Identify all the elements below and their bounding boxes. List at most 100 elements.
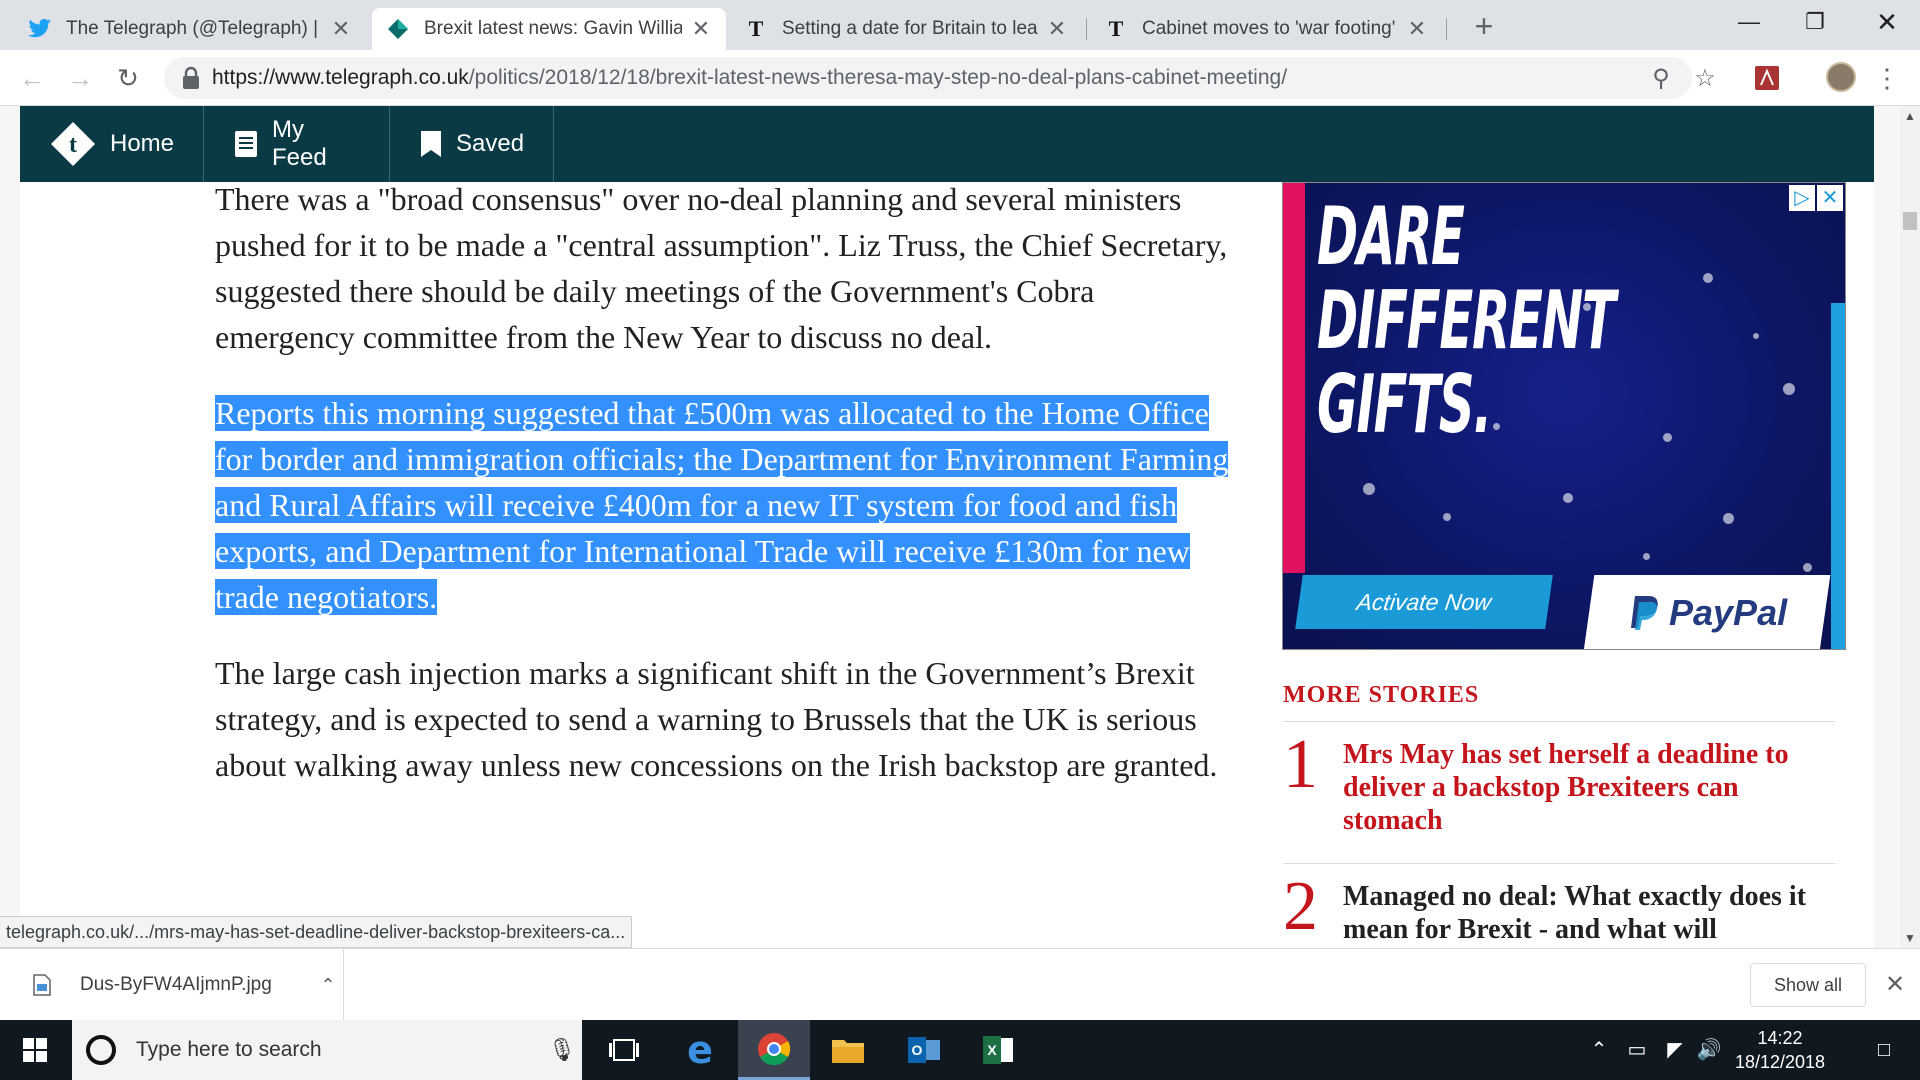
feed-icon bbox=[234, 130, 258, 158]
scroll-up-arrow-icon[interactable]: ▲ bbox=[1900, 106, 1920, 126]
clock-date: 18/12/2018 bbox=[1734, 1052, 1826, 1072]
svg-text:O: O bbox=[912, 1042, 923, 1058]
new-tab-button[interactable]: + bbox=[1466, 8, 1502, 44]
ad-close-icon[interactable]: ✕ bbox=[1817, 185, 1843, 211]
activate-now-button[interactable]: Activate Now bbox=[1295, 575, 1553, 629]
scroll-down-arrow-icon[interactable]: ▼ bbox=[1900, 928, 1920, 948]
ad-snowflake bbox=[1643, 553, 1650, 560]
ad-snowflake bbox=[1443, 513, 1451, 521]
zoom-icon[interactable]: ⚲ bbox=[1648, 66, 1674, 92]
close-window-button[interactable]: ✕ bbox=[1854, 0, 1920, 44]
ad-snowflake bbox=[1783, 383, 1795, 395]
file-explorer-icon[interactable] bbox=[812, 1020, 884, 1080]
close-tab-icon[interactable]: ✕ bbox=[690, 16, 712, 42]
action-center-icon[interactable]: □ bbox=[1856, 1020, 1912, 1080]
battery-icon[interactable]: ▭ bbox=[1620, 1020, 1654, 1080]
tab-brexit-latest[interactable]: Brexit latest news: Gavin Williams ✕ bbox=[372, 8, 726, 50]
download-shelf: Dus-ByFW4AIjmnP.jpg ⌃ Show all ✕ bbox=[0, 948, 1920, 1021]
taskbar-search[interactable]: Type here to search 🎙 bbox=[72, 1020, 582, 1080]
windows-logo-icon bbox=[23, 1038, 47, 1062]
twitter-icon bbox=[28, 17, 52, 41]
ad-headline-line: DIFFERENT bbox=[1317, 274, 1616, 367]
profile-avatar[interactable] bbox=[1826, 62, 1856, 92]
paypal-brand-text: PayPal bbox=[1668, 592, 1788, 633]
telegraph-t-icon: T bbox=[748, 16, 764, 41]
url-text: https://www.telegraph.co.uk/politics/201… bbox=[212, 57, 1287, 99]
tab-title: Cabinet moves to 'war footing' fo bbox=[1142, 18, 1398, 39]
story-headline-link[interactable]: Mrs May has set herself a deadline to de… bbox=[1343, 738, 1835, 837]
close-tab-icon[interactable]: ✕ bbox=[330, 16, 352, 42]
tab-setting-date[interactable]: T Setting a date for Britain to leave ✕ bbox=[730, 8, 1082, 50]
forward-button[interactable]: → bbox=[62, 60, 98, 96]
ad-pink-stripe bbox=[1283, 183, 1305, 573]
selected-text: Reports this morning suggested that £500… bbox=[215, 395, 1229, 615]
ad-headline-line: GIFTS. bbox=[1317, 358, 1492, 451]
bookmark-star-icon[interactable]: ☆ bbox=[1692, 66, 1718, 92]
ad-cyan-stripe bbox=[1831, 303, 1845, 649]
site-nav-bar: t Home My Feed Saved bbox=[20, 106, 1874, 182]
telegraph-logo-icon: t bbox=[50, 121, 96, 167]
close-tab-icon[interactable]: ✕ bbox=[1406, 16, 1428, 42]
clock-time: 14:22 bbox=[1757, 1028, 1803, 1048]
chrome-icon[interactable] bbox=[738, 1020, 810, 1080]
story-number: 1 bbox=[1283, 726, 1318, 803]
download-item[interactable]: Dus-ByFW4AIjmnP.jpg ⌃ bbox=[20, 949, 344, 1021]
back-button[interactable]: ← bbox=[14, 60, 50, 96]
tab-telegraph-twitter[interactable]: The Telegraph (@Telegraph) | Twi ✕ bbox=[14, 8, 366, 50]
edge-icon[interactable]: e bbox=[664, 1020, 736, 1080]
restore-button[interactable]: ❐ bbox=[1782, 0, 1848, 44]
page-viewport: t Home My Feed Saved There was a "broad … bbox=[0, 106, 1900, 948]
browser-toolbar: ← → ↻ https://www.telegraph.co.uk/politi… bbox=[0, 50, 1920, 106]
paypal-logo: PayPal bbox=[1583, 575, 1831, 649]
story-number: 2 bbox=[1283, 868, 1318, 945]
nav-my-feed[interactable]: My Feed bbox=[204, 106, 390, 182]
paypal-advert[interactable]: DARE DIFFERENT GIFTS. Activate Now PayPa… bbox=[1282, 182, 1846, 650]
tab-separator bbox=[1086, 18, 1087, 40]
ad-snowflake bbox=[1753, 333, 1759, 339]
svg-text:t: t bbox=[69, 132, 77, 158]
minimize-button[interactable]: — bbox=[1716, 0, 1782, 44]
chevron-up-icon[interactable]: ⌃ bbox=[313, 975, 343, 996]
pdf-extension-icon[interactable] bbox=[1752, 63, 1782, 93]
tray-chevron-icon[interactable]: ⌃ bbox=[1584, 1020, 1614, 1080]
nav-home-label: Home bbox=[110, 130, 175, 157]
tab-title: Setting a date for Britain to leave bbox=[782, 18, 1038, 39]
link-status-bubble: telegraph.co.uk/.../mrs-may-has-set-dead… bbox=[0, 916, 633, 948]
svg-text:X: X bbox=[987, 1042, 997, 1058]
nav-saved-label: Saved bbox=[456, 130, 525, 157]
menu-kebab-icon[interactable]: ⋮ bbox=[1874, 60, 1900, 96]
ad-headline: DARE DIFFERENT GIFTS. bbox=[1317, 195, 1751, 447]
close-tab-icon[interactable]: ✕ bbox=[1046, 16, 1068, 42]
reload-button[interactable]: ↻ bbox=[110, 60, 146, 96]
ad-snowflake bbox=[1363, 483, 1375, 495]
nav-home[interactable]: t Home bbox=[20, 106, 204, 182]
ad-choices[interactable]: ▷ ✕ bbox=[1789, 185, 1843, 211]
telegraph-diamond-icon bbox=[386, 17, 410, 41]
ad-snowflake bbox=[1723, 513, 1734, 524]
ad-choices-icon[interactable]: ▷ bbox=[1789, 185, 1815, 211]
url-host: https://www.telegraph.co.uk bbox=[212, 66, 469, 89]
story-headline-link[interactable]: Managed no deal: What exactly does it me… bbox=[1343, 880, 1835, 946]
scrollbar-thumb[interactable] bbox=[1903, 212, 1917, 230]
page-scrollbar[interactable]: ▲ ▼ bbox=[1900, 106, 1920, 948]
show-all-downloads-button[interactable]: Show all bbox=[1750, 963, 1866, 1007]
system-clock[interactable]: 14:22 18/12/2018 bbox=[1710, 1026, 1850, 1074]
close-shelf-icon[interactable]: ✕ bbox=[1880, 967, 1910, 1003]
tab-cabinet-war-footing[interactable]: T Cabinet moves to 'war footing' fo ✕ bbox=[1090, 8, 1442, 50]
nav-saved[interactable]: Saved bbox=[390, 106, 554, 182]
outlook-icon[interactable]: O bbox=[888, 1020, 960, 1080]
article-paragraph-selected: Reports this morning suggested that £500… bbox=[215, 390, 1235, 620]
excel-icon[interactable]: X bbox=[962, 1020, 1034, 1080]
address-bar[interactable]: https://www.telegraph.co.uk/politics/201… bbox=[164, 57, 1692, 99]
microphone-icon[interactable]: 🎙 bbox=[542, 1037, 582, 1063]
more-stories-heading: MORE STORIES bbox=[1283, 682, 1835, 722]
ad-snowflake bbox=[1563, 493, 1573, 503]
tab-title: Brexit latest news: Gavin Williams bbox=[424, 18, 682, 39]
story-item[interactable]: 2 Managed no deal: What exactly does it … bbox=[1283, 864, 1835, 948]
wifi-icon[interactable]: ◤ bbox=[1658, 1020, 1692, 1080]
task-view-icon[interactable] bbox=[588, 1020, 660, 1080]
story-item[interactable]: 1 Mrs May has set herself a deadline to … bbox=[1283, 722, 1835, 864]
download-filename: Dus-ByFW4AIjmnP.jpg bbox=[80, 974, 272, 995]
windows-start-button[interactable] bbox=[0, 1020, 70, 1080]
windows-taskbar: Type here to search 🎙 e O X ⌃ ▭ ◤ 🔊 14:2… bbox=[0, 1020, 1920, 1080]
